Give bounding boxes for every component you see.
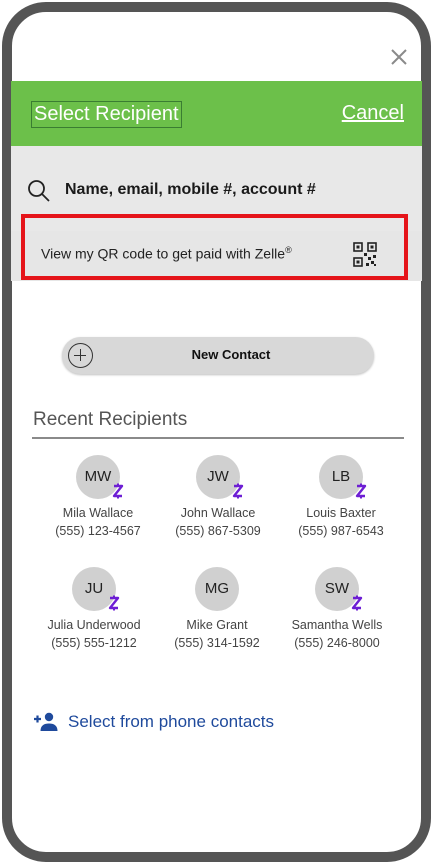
- qr-code-row[interactable]: View my QR code to get paid with Zelle®: [11, 231, 422, 281]
- recipient-phone: (555) 246-8000: [294, 636, 380, 650]
- close-icon: [391, 49, 407, 65]
- recipient-phone: (555) 867-5309: [175, 524, 261, 538]
- recipient-phone: (555) 314-1592: [174, 636, 260, 650]
- recipient-card[interactable]: MG Mike Grant (555) 314-1592: [152, 567, 282, 651]
- recipient-card[interactable]: LB Louis Baxter (555) 987-6543: [276, 455, 406, 539]
- select-phone-contacts-link[interactable]: Select from phone contacts: [33, 709, 274, 735]
- search-icon: [28, 180, 50, 202]
- recipient-name: John Wallace: [180, 506, 256, 520]
- search-input[interactable]: [65, 178, 405, 202]
- recent-recipients-title: Recent Recipients: [33, 409, 188, 430]
- avatar-initials: MG: [204, 580, 230, 597]
- close-button[interactable]: [386, 44, 412, 70]
- avatar: SW: [315, 567, 363, 611]
- page-title: Select Recipient: [31, 101, 182, 128]
- recipient-name: Samantha Wells: [291, 618, 383, 632]
- new-contact-label: New Contact: [191, 347, 271, 362]
- header-bar: Select Recipient Cancel: [11, 81, 422, 146]
- avatar-initials: JW: [207, 468, 229, 485]
- recipient-name: Louis Baxter: [306, 506, 376, 520]
- avatar-initials: SW: [324, 580, 350, 597]
- recipient-card[interactable]: MW Mila Wallace (555) 123-4567: [33, 455, 163, 539]
- qr-code-icon: [353, 242, 377, 267]
- cancel-link[interactable]: Cancel: [342, 101, 404, 126]
- zelle-icon: [112, 483, 124, 499]
- avatar: JU: [72, 567, 120, 611]
- zelle-icon: [351, 595, 363, 611]
- new-contact-button[interactable]: New Contact: [62, 337, 374, 374]
- zelle-icon: [232, 483, 244, 499]
- recipient-card[interactable]: JU Julia Underwood (555) 555-1212: [29, 567, 159, 651]
- select-phone-contacts-label: Select from phone contacts: [68, 712, 275, 731]
- avatar: LB: [319, 455, 367, 499]
- search-area: [11, 146, 422, 231]
- avatar-initials: MW: [84, 468, 112, 485]
- trademark-symbol: ®: [285, 245, 292, 255]
- avatar: MW: [76, 455, 124, 499]
- qr-code-text: View my QR code to get paid with Zelle®: [41, 245, 292, 262]
- recipient-phone: (555) 987-6543: [298, 524, 384, 538]
- recipient-name: Mila Wallace: [62, 506, 134, 520]
- recipient-name: Mike Grant: [186, 618, 248, 632]
- recipient-card[interactable]: JW John Wallace (555) 867-5309: [153, 455, 283, 539]
- recipient-card[interactable]: SW Samantha Wells (555) 246-8000: [272, 567, 402, 651]
- recipient-phone: (555) 123-4567: [55, 524, 141, 538]
- avatar-initials: LB: [331, 468, 351, 485]
- avatar-initials: JU: [84, 580, 104, 597]
- avatar: MG: [195, 567, 239, 611]
- zelle-icon: [108, 595, 120, 611]
- avatar: JW: [196, 455, 244, 499]
- section-divider: [32, 437, 404, 439]
- recipient-phone: (555) 555-1212: [51, 636, 137, 650]
- add-person-icon: [34, 712, 58, 731]
- zelle-icon: [355, 483, 367, 499]
- recipient-name: Julia Underwood: [47, 618, 141, 632]
- qr-code-label: View my QR code to get paid with Zelle: [41, 245, 286, 262]
